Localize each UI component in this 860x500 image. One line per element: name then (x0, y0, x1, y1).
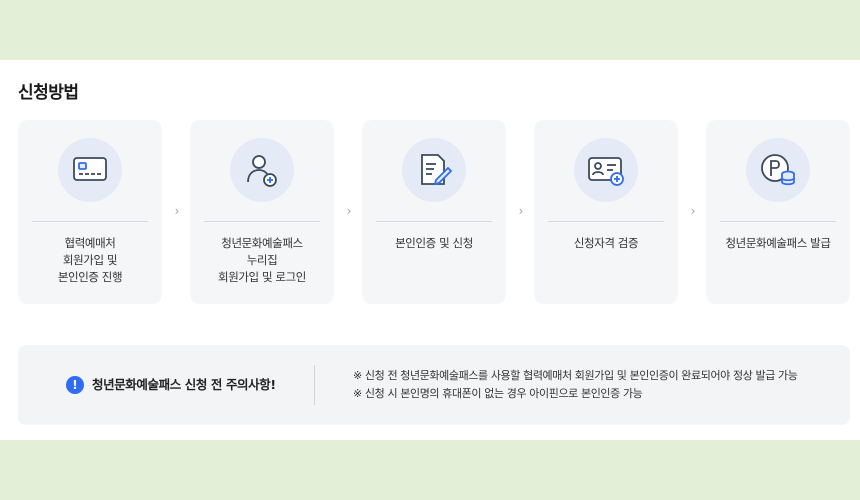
user-add-icon (230, 138, 294, 202)
step-1-label: 협력예매처 회원가입 및 본인인증 진행 (57, 236, 123, 284)
step-4-label: 신청자격 검증 (573, 236, 639, 250)
step-3-card: 본인인증 및 신청 (362, 120, 506, 304)
notice-line: ※ 신청 전 청년문화예술패스를 사용할 협력예매처 회원가입 및 본인인증이 … (353, 369, 798, 382)
main-panel: 신청방법 협력예매처 회원가입 및 본인인증 진행 › 청년문화예술패스 누리집… (0, 60, 860, 440)
notice-divider (314, 365, 315, 405)
document-edit-icon (402, 138, 466, 202)
step-divider (32, 221, 148, 222)
section-title: 신청방법 (18, 83, 79, 103)
chevron-right-icon: › (346, 204, 352, 218)
step-2-card: 청년문화예술패스 누리집 회원가입 및 로그인 (190, 120, 334, 304)
exclamation-icon: ! (66, 376, 84, 394)
step-4-card: 신청자격 검증 (534, 120, 678, 304)
chevron-right-icon: › (518, 204, 524, 218)
chevron-right-icon: › (174, 204, 180, 218)
step-5-label: 청년문화예술패스 발급 (725, 236, 831, 250)
step-divider (376, 221, 492, 222)
step-3-label: 본인인증 및 신청 (395, 236, 473, 250)
step-divider (720, 221, 836, 222)
step-2-label: 청년문화예술패스 누리집 회원가입 및 로그인 (218, 236, 306, 284)
step-1-card: 협력예매처 회원가입 및 본인인증 진행 (18, 120, 162, 304)
chevron-right-icon: › (690, 204, 696, 218)
steps-row: 협력예매처 회원가입 및 본인인증 진행 › 청년문화예술패스 누리집 회원가입… (18, 120, 850, 304)
notice-lines: ※ 신청 전 청년문화예술패스를 사용할 협력예매처 회원가입 및 본인인증이 … (353, 367, 798, 403)
notice-line: ※ 신청 시 본인명의 휴대폰이 없는 경우 아이핀으로 본인인증 가능 (353, 387, 643, 400)
notice-title: 청년문화예술패스 신청 전 주의사항! (92, 377, 276, 392)
step-divider (204, 221, 320, 222)
point-coins-icon (746, 138, 810, 202)
credit-card-icon (58, 138, 122, 202)
notice-box: ! 청년문화예술패스 신청 전 주의사항! ※ 신청 전 청년문화예술패스를 사… (18, 345, 850, 425)
step-5-card: 청년문화예술패스 발급 (706, 120, 850, 304)
step-divider (548, 221, 664, 222)
id-card-add-icon (574, 138, 638, 202)
